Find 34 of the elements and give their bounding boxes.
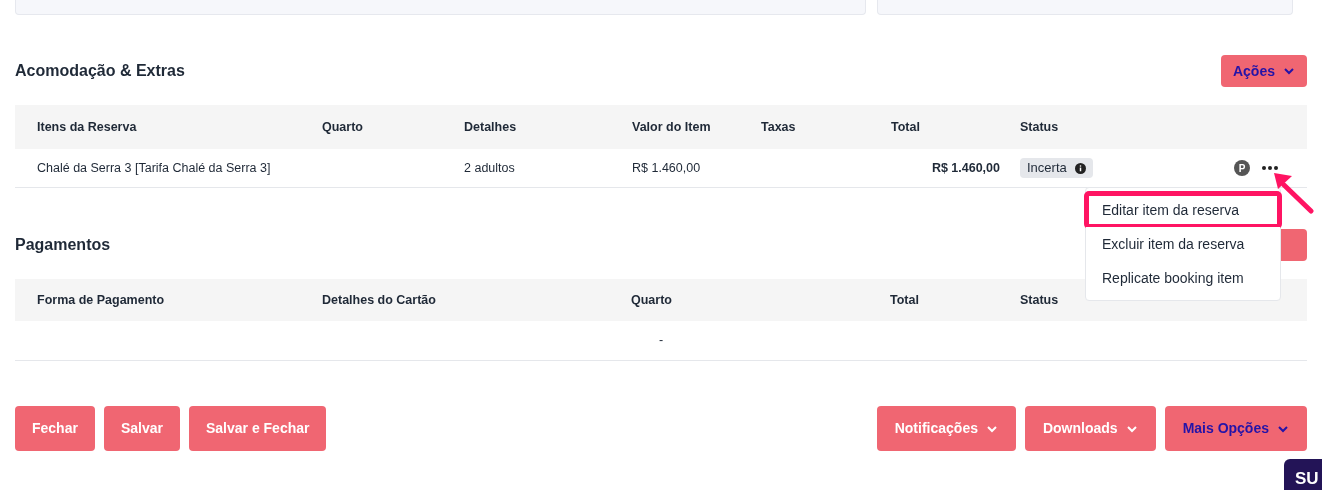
- status-badge-letter: P: [1234, 160, 1250, 176]
- column-header: Valor do Item: [632, 119, 711, 134]
- table-cell: Chalé da Serra 3 [Tarifa Chalé da Serra 3]: [37, 160, 271, 175]
- dropdown-button[interactable]: Mais Opções: [1164, 406, 1307, 451]
- column-header: Detalhes do Cartão: [322, 292, 436, 307]
- column-header: Taxas: [761, 119, 796, 134]
- section-title: Pagamentos: [15, 235, 111, 255]
- column-header: Total: [890, 292, 919, 307]
- column-header: Itens da Reserva: [37, 119, 137, 134]
- menu-item[interactable]: Editar item da reserva: [1086, 193, 1280, 227]
- column-header: Status: [1020, 119, 1059, 134]
- annotation-arrow: [1272, 170, 1314, 214]
- table-cell: 2 adultos: [464, 160, 515, 175]
- section-title: Acomodação & Extras: [15, 61, 185, 81]
- column-header: Quarto: [631, 292, 672, 307]
- table-cell: R$ 1.460,00: [632, 160, 701, 175]
- status-badge: Incerta: [1020, 158, 1093, 178]
- dropdown-button[interactable]: Notificações: [876, 406, 1016, 451]
- footer-button[interactable]: Salvar: [103, 406, 180, 451]
- column-header: Quarto: [322, 119, 363, 134]
- footer-button[interactable]: Salvar e Fechar: [188, 406, 327, 451]
- chat-tab[interactable]: SU: [1284, 459, 1322, 490]
- info-icon: [1074, 162, 1086, 174]
- footer-button[interactable]: Fechar: [15, 406, 95, 451]
- table-cell-text: R$ 1.460,00: [931, 159, 1000, 177]
- actions-button[interactable]: Ações: [1220, 55, 1307, 87]
- dropdown-button[interactable]: Downloads: [1024, 406, 1156, 451]
- column-header: Total: [891, 119, 920, 134]
- column-header: Detalhes: [464, 119, 517, 134]
- chevron-down-icon: [1283, 65, 1295, 77]
- column-header: Forma de Pagamento: [37, 292, 165, 307]
- more-options-icon[interactable]: [1262, 164, 1279, 172]
- empty-cell-text: -: [658, 332, 664, 350]
- column-header: Status: [1020, 292, 1059, 307]
